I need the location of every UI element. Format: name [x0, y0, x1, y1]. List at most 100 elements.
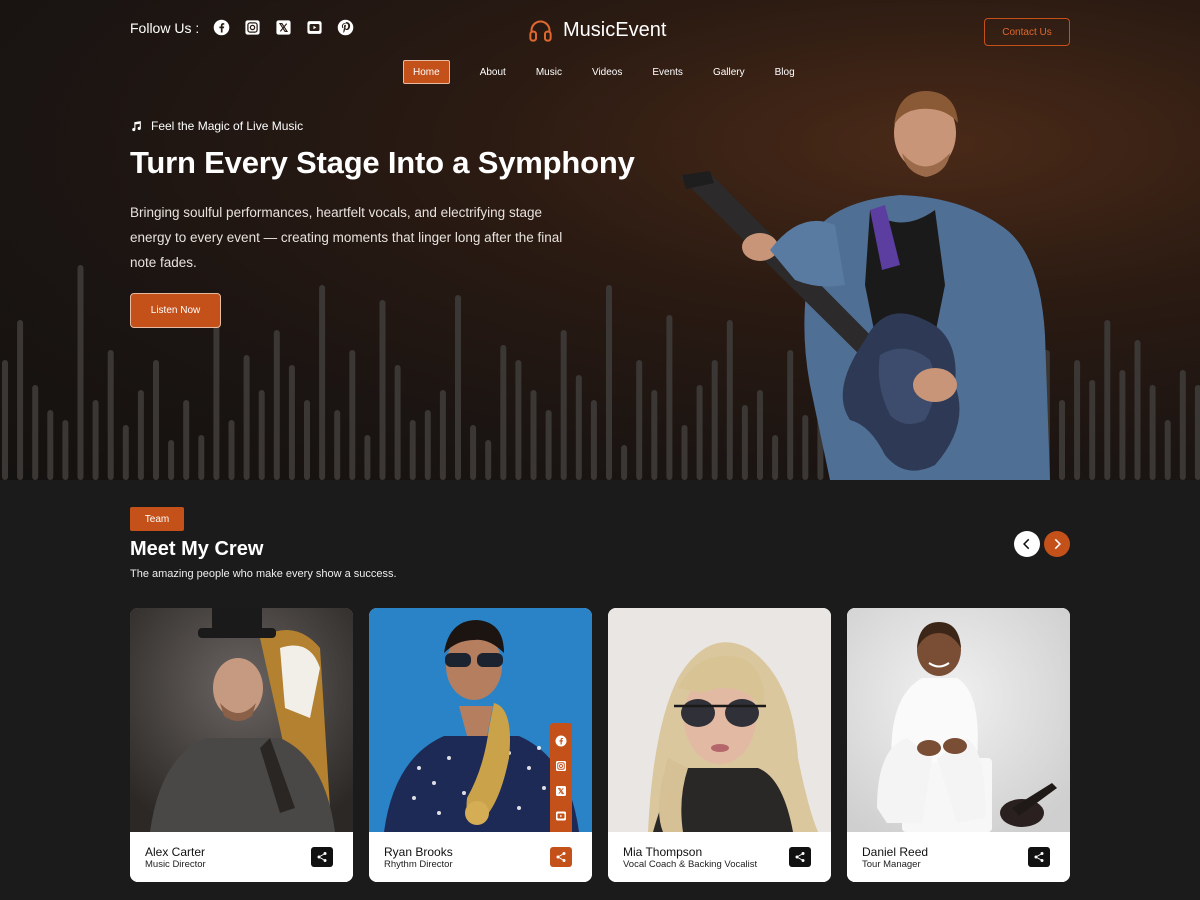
equalizer-bar: [243, 355, 250, 480]
hero-title: Turn Every Stage Into a Symphony: [130, 145, 635, 180]
member-social-strip: [550, 723, 572, 843]
share-icon: [317, 852, 327, 862]
member-role: Vocal Coach & Backing Vocalist: [623, 859, 758, 870]
brand-logo[interactable]: MusicEvent: [527, 17, 666, 44]
listen-now-button[interactable]: Listen Now: [130, 293, 221, 328]
pinterest-icon[interactable]: [337, 19, 354, 36]
equalizer-bar: [379, 300, 386, 480]
equalizer-bar: [606, 285, 612, 480]
equalizer-bar: [77, 265, 84, 480]
hero-tagline: Feel the Magic of Live Music: [130, 119, 303, 133]
youtube-icon[interactable]: [555, 810, 567, 822]
equalizer-bar: [470, 425, 477, 480]
equalizer-bar: [304, 400, 310, 480]
team-card[interactable]: Mia Thompson Vocal Coach & Backing Vocal…: [608, 608, 831, 882]
follow-us: Follow Us :: [130, 19, 354, 36]
nav-item-about[interactable]: About: [465, 60, 521, 84]
member-info: Alex Carter Music Director: [130, 832, 353, 882]
equalizer-bar: [1134, 340, 1141, 480]
nav-item-videos[interactable]: Videos: [577, 60, 637, 84]
equalizer-bar: [515, 360, 522, 480]
equalizer-bar: [364, 435, 371, 480]
contact-us-button[interactable]: Contact Us: [984, 18, 1070, 46]
share-button[interactable]: [789, 847, 811, 867]
member-info: Ryan Brooks Rhythm Director: [369, 832, 592, 882]
equalizer-bar: [590, 400, 597, 480]
equalizer-bar: [651, 390, 658, 480]
member-name: Mia Thompson: [623, 845, 703, 859]
next-arrow-button[interactable]: [1044, 531, 1070, 557]
equalizer-bar: [575, 375, 582, 480]
equalizer-bar: [2, 360, 8, 480]
member-info: Daniel Reed Tour Manager: [847, 832, 1070, 882]
share-button[interactable]: [311, 847, 333, 867]
brand-name: MusicEvent: [563, 19, 667, 41]
nav-item-gallery[interactable]: Gallery: [698, 60, 760, 84]
nav-item-home[interactable]: Home: [403, 60, 450, 84]
equalizer-bar: [137, 390, 144, 480]
member-name: Ryan Brooks: [384, 845, 453, 859]
member-name: Daniel Reed: [862, 845, 929, 859]
member-role: Music Director: [145, 859, 206, 870]
equalizer-bar: [122, 425, 129, 480]
x-icon[interactable]: [275, 19, 292, 36]
equalizer-bar: [394, 365, 401, 480]
youtube-icon[interactable]: [306, 19, 323, 36]
equalizer-bar: [500, 345, 507, 480]
share-button[interactable]: [550, 847, 572, 867]
prev-arrow-button[interactable]: [1014, 531, 1040, 557]
team-card[interactable]: Daniel Reed Tour Manager: [847, 608, 1070, 882]
equalizer-bar: [273, 330, 280, 480]
nav-item-music[interactable]: Music: [521, 60, 577, 84]
equalizer-bar: [47, 410, 54, 480]
equalizer-bar: [1104, 320, 1111, 480]
equalizer-bar: [168, 440, 175, 480]
equalizer-bar: [319, 285, 326, 480]
facebook-icon[interactable]: [555, 735, 567, 747]
nav-item-events[interactable]: Events: [637, 60, 698, 84]
chevron-left-icon: [1023, 538, 1030, 550]
equalizer-bar: [1164, 420, 1171, 480]
equalizer-bar: [1074, 360, 1081, 480]
equalizer-bar: [349, 350, 356, 480]
equalizer-bar: [32, 385, 39, 480]
equalizer-bar: [198, 435, 205, 480]
share-button[interactable]: [1028, 847, 1050, 867]
nav-item-blog[interactable]: Blog: [760, 60, 810, 84]
team-card[interactable]: Alex Carter Music Director: [130, 608, 353, 882]
equalizer-bar: [424, 410, 431, 480]
member-photo: [608, 608, 831, 832]
x-icon[interactable]: [555, 785, 567, 797]
equalizer-bar: [258, 390, 265, 480]
member-info: Mia Thompson Vocal Coach & Backing Vocal…: [608, 832, 831, 882]
facebook-icon[interactable]: [213, 19, 230, 36]
chevron-right-icon: [1054, 538, 1061, 550]
top-bar: Follow Us : MusicEvent Contact Us: [0, 0, 1200, 60]
equalizer-bar: [334, 410, 341, 480]
equalizer-bar: [409, 420, 416, 480]
equalizer-bar: [455, 295, 461, 480]
equalizer-bar: [621, 445, 628, 480]
equalizer-bar: [1119, 370, 1126, 480]
member-role: Tour Manager: [862, 859, 921, 870]
member-name: Alex Carter: [145, 845, 206, 859]
equalizer-bar: [1089, 380, 1096, 480]
member-photo: [130, 608, 353, 832]
equalizer-bar: [560, 330, 567, 480]
hero-section: Follow Us : MusicEvent Contact Us Home A…: [0, 0, 1200, 480]
hero-description: Bringing soulful performances, heartfelt…: [130, 205, 563, 270]
instagram-icon[interactable]: [244, 19, 261, 36]
team-section: Team Meet My Crew The amazing people who…: [0, 480, 1200, 900]
instagram-icon[interactable]: [555, 760, 567, 772]
team-subtitle: The amazing people who make every show a…: [130, 568, 397, 580]
share-icon: [795, 852, 805, 862]
team-card[interactable]: Ryan Brooks Rhythm Director: [369, 608, 592, 882]
equalizer-bar: [1194, 385, 1200, 480]
share-icon: [556, 852, 566, 862]
equalizer-bar: [62, 420, 69, 480]
main-nav: Home About Music Videos Events Gallery B…: [403, 60, 810, 84]
equalizer-bar: [1179, 370, 1186, 480]
tagline-text: Feel the Magic of Live Music: [151, 119, 304, 133]
team-badge: Team: [130, 507, 184, 531]
equalizer-bar: [153, 360, 159, 480]
